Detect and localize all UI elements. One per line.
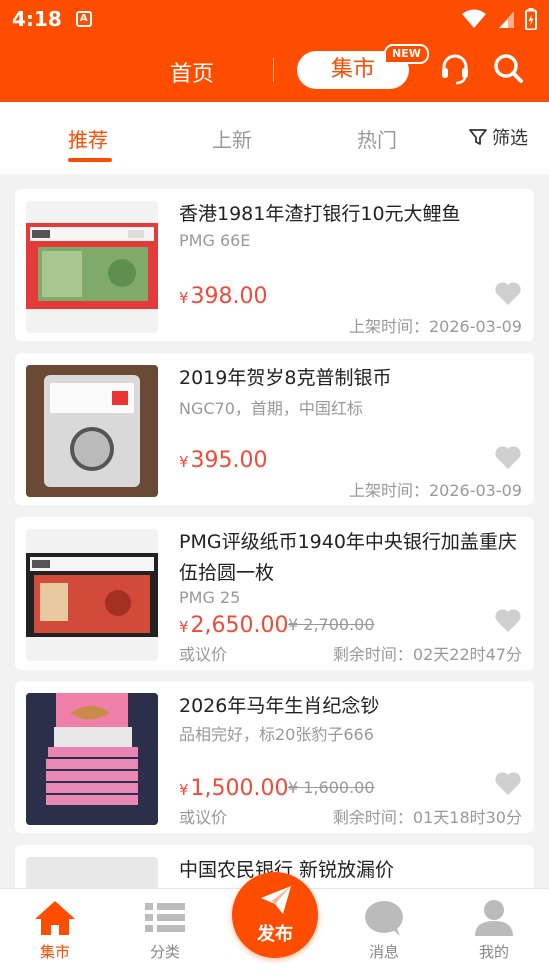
tab-new[interactable]: 上新: [212, 124, 252, 153]
currency-symbol: ¥: [179, 289, 189, 307]
new-badge: NEW: [384, 44, 429, 64]
price-value: 2,650.00: [190, 613, 289, 638]
listing-thumbnail: [26, 693, 158, 825]
home-icon: [35, 901, 75, 935]
tabbar-messages-label: 消息: [368, 943, 399, 961]
status-time: 4:18: [12, 7, 62, 31]
listing-card[interactable]: 香港1981年渣打银行10元大鲤鱼 PMG 66E ¥398.00 上架时间：2…: [15, 189, 534, 341]
time-remaining: 剩余时间：02天22时47分: [332, 645, 522, 664]
filter-label: 筛选: [492, 128, 528, 149]
tabbar-market-label: 集市: [39, 943, 70, 961]
feed-tabs: 推荐 上新 热门 筛选: [0, 102, 549, 174]
status-icons: [461, 8, 537, 30]
negotiable-label: 或议价: [179, 808, 228, 827]
listing-price: ¥398.00: [179, 284, 268, 309]
listing-price: ¥2,650.00: [179, 613, 289, 638]
tabbar-mine-label: 我的: [478, 943, 509, 961]
heart-icon[interactable]: [494, 770, 522, 796]
message-icon: [365, 901, 403, 936]
listing-price: ¥395.00: [179, 448, 268, 473]
list-icon: [145, 903, 185, 932]
nav-home-tab[interactable]: 首页: [170, 56, 214, 88]
tabbar-category-label: 分类: [149, 943, 180, 961]
original-price: ¥ 2,700.00: [288, 615, 375, 634]
tab-recommended[interactable]: 推荐: [68, 124, 108, 153]
listing-thumbnail: [26, 365, 158, 497]
negotiable-label: 或议价: [179, 645, 228, 664]
customer-service-icon[interactable]: [439, 52, 471, 86]
tabbar-category[interactable]: 分类: [125, 899, 205, 962]
heart-icon[interactable]: [494, 280, 522, 306]
listing-subtitle: 品相完好，标20张豹子666: [179, 725, 374, 744]
status-bar: 4:18 A: [0, 0, 549, 38]
search-icon[interactable]: [492, 52, 524, 84]
paper-plane-icon: [261, 886, 291, 914]
tabbar-mine[interactable]: 我的: [454, 899, 534, 962]
tab-hot[interactable]: 热门: [357, 124, 397, 153]
active-tab-indicator: [68, 158, 112, 162]
filter-icon: [469, 129, 487, 145]
publish-label: 发布: [257, 924, 293, 945]
original-price: ¥ 1,600.00: [288, 778, 375, 797]
listing-subtitle: PMG 25: [179, 588, 241, 607]
listing-subtitle: PMG 66E: [179, 231, 251, 250]
listing-price: ¥1,500.00: [179, 776, 289, 801]
publish-button[interactable]: 发布: [232, 872, 318, 958]
listing-card[interactable]: PMG评级纸币1940年中央银行加盖重庆伍拾圆一枚 PMG 25 ¥2,650.…: [15, 517, 534, 670]
heart-icon[interactable]: [494, 444, 522, 470]
signal-icon: [499, 11, 514, 28]
listing-title: 2026年马年生肖纪念钞: [179, 695, 380, 717]
listing-subtitle: NGC70，首期，中国红标: [179, 399, 363, 418]
price-value: 398.00: [190, 284, 268, 309]
wifi-icon: [462, 9, 486, 28]
currency-symbol: ¥: [179, 781, 189, 799]
top-navigation: 首页 集市 NEW: [0, 38, 549, 102]
currency-symbol: ¥: [179, 618, 189, 636]
listing-thumbnail: [26, 201, 158, 333]
listing-card[interactable]: 2019年贺岁8克普制银币 NGC70，首期，中国红标 ¥395.00 上架时间…: [15, 353, 534, 505]
filter-button[interactable]: 筛选: [468, 124, 528, 150]
user-icon: [475, 900, 513, 936]
listing-thumbnail: [26, 529, 158, 661]
listing-title: 香港1981年渣打银行10元大鲤鱼: [179, 203, 461, 225]
listing-title: PMG评级纸币1940年中央银行加盖重庆伍拾圆一枚: [179, 531, 517, 584]
tabbar-market[interactable]: 集市: [15, 899, 95, 962]
tabbar-messages[interactable]: 消息: [344, 899, 424, 962]
heart-icon[interactable]: [494, 607, 522, 633]
price-value: 1,500.00: [190, 776, 289, 801]
listing-title: 中国农民银行 新锐放漏价: [179, 859, 395, 881]
currency-symbol: ¥: [179, 453, 189, 471]
time-remaining: 剩余时间：01天18时30分: [332, 808, 522, 827]
listing-date: 上架时间：2026-03-09: [349, 481, 522, 500]
battery-icon: [525, 8, 537, 30]
nav-divider: [273, 58, 274, 82]
listing-date: 上架时间：2026-03-09: [349, 317, 522, 336]
notification-icon: A: [75, 11, 92, 27]
price-value: 395.00: [190, 448, 268, 473]
listing-title: 2019年贺岁8克普制银币: [179, 367, 392, 389]
listing-card[interactable]: 2026年马年生肖纪念钞 品相完好，标20张豹子666 ¥1,500.00 ¥ …: [15, 681, 534, 833]
